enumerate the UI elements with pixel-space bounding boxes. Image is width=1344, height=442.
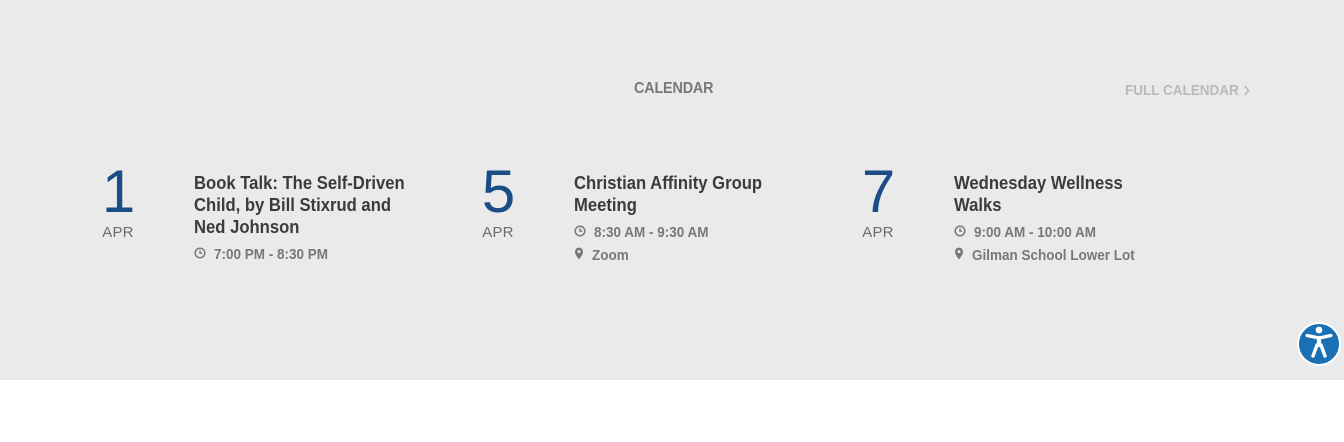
event-time: 8:30 AM - 9:30 AM — [574, 223, 814, 243]
event-month: APR — [102, 224, 134, 241]
event-time-text: 9:00 AM - 10:00 AM — [974, 224, 1097, 241]
map-pin-icon — [954, 246, 964, 266]
event-time: 9:00 AM - 10:00 AM — [954, 223, 1194, 243]
event-title-link[interactable]: Christian Affinity Group Meeting — [574, 172, 799, 216]
event-info: Book Talk: The Self-Driven Child, by Bil… — [194, 172, 434, 265]
full-calendar-link[interactable]: FULL CALENDAR — [1125, 82, 1251, 99]
event-info: Wednesday Wellness Walks 9:00 AM - 10:00… — [954, 172, 1194, 266]
event-date: 7 APR — [848, 158, 908, 242]
event-title-link[interactable]: Wednesday Wellness Walks — [954, 172, 1134, 216]
event-location: Gilman School Lower Lot — [954, 246, 1194, 266]
event-info: Christian Affinity Group Meeting 8:30 AM… — [574, 172, 814, 266]
event-day: 1 — [101, 158, 135, 225]
accessibility-button[interactable] — [1297, 322, 1341, 366]
clock-icon — [574, 223, 586, 243]
event-date: 1 APR — [88, 158, 148, 242]
event-location: Zoom — [574, 246, 814, 266]
event-day: 7 — [861, 158, 895, 225]
chevron-right-icon — [1244, 85, 1251, 96]
clock-icon — [194, 245, 206, 265]
event-title-link[interactable]: Book Talk: The Self-Driven Child, by Bil… — [194, 172, 419, 238]
event-location-text: Gilman School Lower Lot — [972, 247, 1135, 264]
event-time-text: 7:00 PM - 8:30 PM — [214, 246, 329, 263]
event-time: 7:00 PM - 8:30 PM — [194, 245, 434, 265]
event-month: APR — [482, 224, 514, 241]
event-time-text: 8:30 AM - 9:30 AM — [594, 224, 709, 241]
full-calendar-label: FULL CALENDAR — [1125, 82, 1239, 99]
calendar-section: CALENDAR FULL CALENDAR 1 APR Book Talk: … — [0, 0, 1344, 380]
event-location-text: Zoom — [592, 247, 629, 264]
map-pin-icon — [574, 246, 584, 266]
event-date: 5 APR — [468, 158, 528, 242]
event-month: APR — [862, 224, 894, 241]
accessibility-icon — [1304, 325, 1334, 364]
clock-icon — [954, 223, 966, 243]
event-day: 5 — [481, 158, 515, 225]
calendar-heading: CALENDAR — [634, 80, 714, 97]
